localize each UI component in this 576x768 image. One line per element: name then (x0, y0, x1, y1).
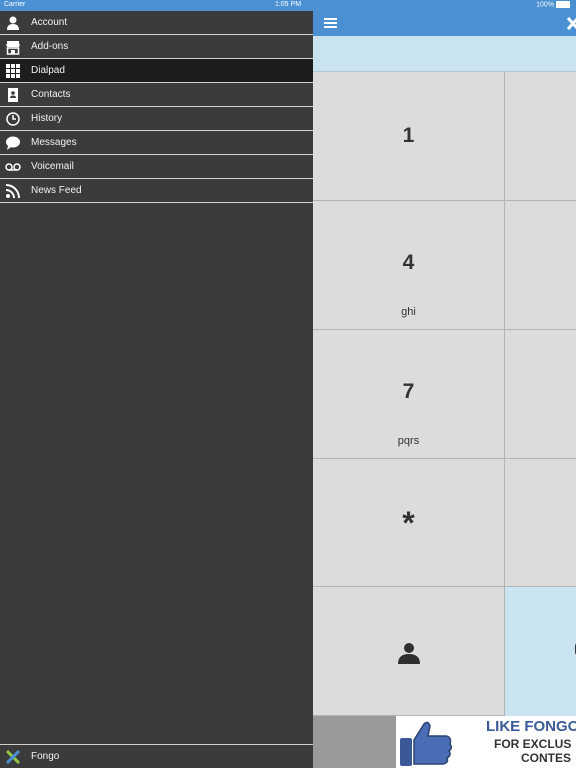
dialpad-key-5[interactable] (505, 201, 576, 330)
sidebar-item-voicemail[interactable]: Voicemail (0, 155, 313, 179)
sidebar-item-add-ons[interactable]: Add-ons (0, 35, 313, 59)
sidebar-item-dialpad[interactable]: Dialpad (0, 59, 313, 83)
sidebar-menu: Account Add-ons Dialpad Contacts History… (0, 11, 313, 768)
dialpad-key-star[interactable]: * (313, 459, 505, 587)
sidebar-item-label: Account (31, 17, 68, 28)
voicemail-icon (5, 163, 21, 171)
key-letters: pqrs (397, 435, 420, 447)
sidebar-item-label: Dialpad (31, 65, 65, 76)
store-icon (6, 41, 20, 55)
person-icon (398, 643, 420, 664)
thumbs-up-icon (400, 721, 453, 766)
ad-headline: LIKE FONGO (486, 718, 576, 735)
dialpad-key-2[interactable] (505, 72, 576, 201)
dialpad-key-0[interactable] (505, 459, 576, 587)
contacts-button[interactable] (313, 587, 505, 716)
sidebar-item-messages[interactable]: Messages (0, 131, 313, 155)
ad-subline-2: CONTES (521, 751, 572, 765)
sidebar-item-label: History (31, 113, 63, 124)
clock-icon (6, 112, 20, 126)
key-digit: 1 (402, 124, 415, 147)
contact-book-icon (8, 88, 18, 102)
ad-banner[interactable]: LIKE FONGO FOR EXCLUS CONTES (396, 716, 576, 768)
battery-icon (556, 1, 570, 8)
dialpad-key-4[interactable]: 4 ghi (313, 201, 505, 330)
sidebar-item-label: News Feed (31, 185, 82, 196)
dialpad-key-8[interactable] (505, 330, 576, 459)
key-digit: 7 (402, 380, 415, 403)
ad-subline: FOR EXCLUS (494, 737, 572, 751)
sidebar-item-label: Messages (31, 137, 77, 148)
sidebar-item-label: Contacts (31, 89, 71, 100)
sidebar-item-account[interactable]: Account (0, 11, 313, 35)
dialpad-grid-icon (6, 64, 20, 78)
sidebar-item-news-feed[interactable]: News Feed (0, 179, 313, 203)
person-icon (7, 16, 19, 30)
sidebar-item-label: Voicemail (31, 161, 74, 172)
ad-banner-left (313, 716, 396, 768)
rss-icon (5, 184, 20, 199)
call-button[interactable] (505, 587, 576, 716)
fongo-x-logo-icon (567, 17, 576, 30)
sidebar-item-contacts[interactable]: Contacts (0, 83, 313, 107)
sidebar-item-label: Add-ons (31, 41, 69, 52)
dialed-number-display[interactable] (313, 36, 576, 72)
sidebar-footer-fongo[interactable]: Fongo (0, 744, 313, 768)
key-digit: 4 (402, 251, 415, 274)
hamburger-menu-icon[interactable] (324, 18, 337, 29)
footer-label: Fongo (31, 751, 60, 762)
battery-label: 100% (536, 1, 570, 8)
chat-bubble-icon (6, 136, 20, 150)
key-letters: ghi (401, 306, 416, 318)
dialpad-panel: 1 4 ghi 7 pqrs * LIKE FONGO FOR EXCLUS C… (313, 11, 576, 768)
key-digit: * (402, 505, 415, 541)
fongo-logo-icon (6, 750, 20, 764)
sidebar-item-history[interactable]: History (0, 107, 313, 131)
status-time: 1:05 PM (274, 1, 302, 8)
status-bar: Carrier 1:05 PM 100% (0, 0, 576, 11)
dialpad-key-1[interactable]: 1 (313, 72, 505, 201)
dialpad-key-7[interactable]: 7 pqrs (313, 330, 505, 459)
top-nav-bar (313, 11, 576, 36)
